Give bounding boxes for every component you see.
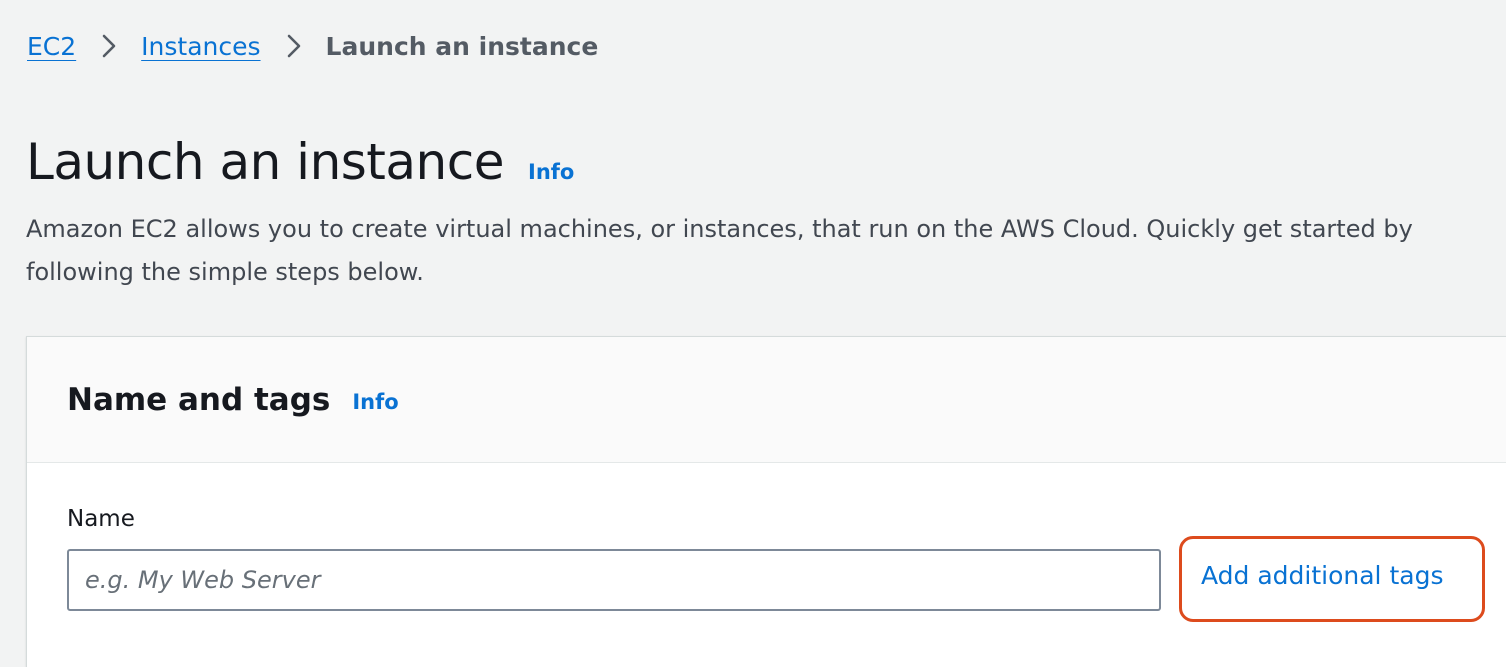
panel-info-link[interactable]: Info xyxy=(352,390,398,414)
panel-header: Name and tags Info xyxy=(27,337,1506,463)
name-field-label: Name xyxy=(67,506,135,532)
breadcrumb-link-ec2[interactable]: EC2 xyxy=(27,32,76,61)
name-input[interactable] xyxy=(67,549,1161,611)
page-info-link[interactable]: Info xyxy=(528,160,574,184)
page-header: Launch an instance Info xyxy=(26,126,574,198)
chevron-right-icon xyxy=(96,34,122,58)
add-additional-tags-link[interactable]: Add additional tags xyxy=(1201,561,1443,590)
page-description: Amazon EC2 allows you to create virtual … xyxy=(26,215,1413,286)
chevron-right-icon xyxy=(281,34,307,58)
name-and-tags-panel: Name and tags Info Name Add additional t… xyxy=(26,336,1506,667)
page-title: Launch an instance xyxy=(26,133,505,191)
breadcrumb-current: Launch an instance xyxy=(325,31,599,61)
panel-title: Name and tags xyxy=(67,381,331,418)
breadcrumb-link-instances[interactable]: Instances xyxy=(141,32,260,61)
breadcrumb: EC2 Instances Launch an instance xyxy=(27,28,598,64)
